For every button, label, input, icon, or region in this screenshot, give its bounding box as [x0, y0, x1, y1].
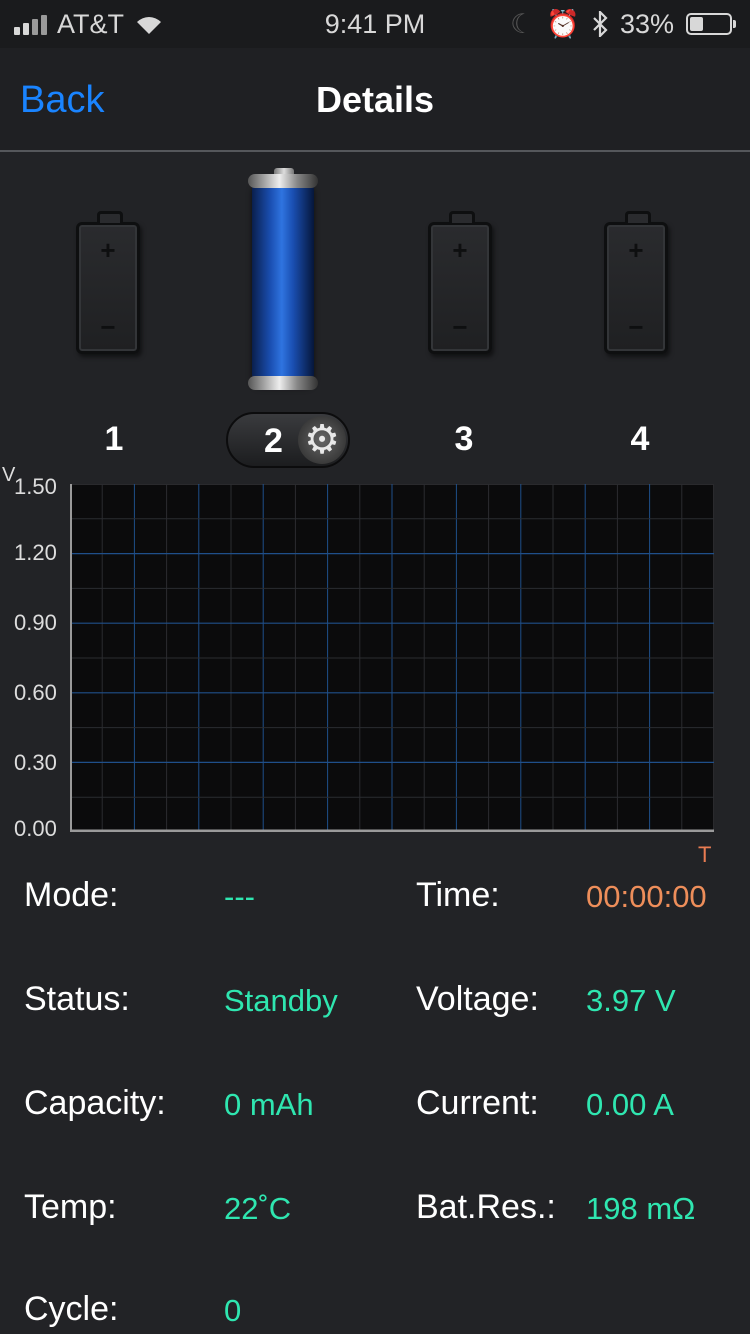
status-value: Standby	[224, 983, 338, 1018]
temp-label: Temp:	[24, 1188, 117, 1226]
current-label: Current:	[416, 1084, 539, 1122]
voltage-value: 3.97 V	[586, 983, 676, 1018]
cell-2-battery-slot[interactable]	[248, 168, 318, 390]
battery-terminal	[449, 211, 475, 223]
mode-label: Mode:	[24, 876, 119, 914]
mode-value: ---	[224, 879, 255, 914]
status-label: Status:	[24, 980, 130, 1018]
y-tick-label: 1.20	[14, 540, 57, 565]
cell-label-4[interactable]: 4	[610, 420, 670, 459]
battery-percent: 33%	[619, 8, 674, 39]
current-value: 0.00 A	[586, 1087, 674, 1122]
cycle-value: 0	[224, 1293, 242, 1328]
cell-label-2: 2	[264, 422, 283, 460]
cell-label-3[interactable]: 3	[434, 420, 494, 459]
minus-icon: −	[628, 312, 644, 342]
battery-cap-bottom	[248, 376, 318, 390]
batres-label: Bat.Res.:	[416, 1188, 556, 1226]
time-label: Time:	[416, 876, 500, 914]
cell-2-settings-toggle[interactable]: 2 ⚙	[226, 412, 350, 468]
y-tick-label: 0.60	[14, 680, 57, 705]
gear-icon[interactable]: ⚙	[298, 416, 346, 464]
nav-bar: Back Details	[0, 48, 750, 152]
minus-icon: −	[452, 312, 468, 342]
moon-icon: ☾	[510, 8, 535, 39]
cell-3-battery-slot[interactable]: + −	[428, 211, 492, 354]
battery-cap-top	[248, 174, 318, 188]
voltage-label: Voltage:	[416, 980, 539, 1018]
plus-icon: +	[100, 235, 116, 265]
capacity-value: 0 mAh	[224, 1087, 314, 1122]
status-right: ☾ ⏰ 33%	[510, 6, 736, 42]
plus-icon: +	[628, 235, 644, 265]
alarm-icon: ⏰	[546, 9, 580, 39]
page-title: Details	[315, 79, 435, 120]
voltage-chart	[70, 484, 714, 832]
cell-1-battery-slot[interactable]: + −	[76, 211, 140, 354]
cell-label-1[interactable]: 1	[84, 420, 144, 459]
temp-value: 22˚C	[224, 1191, 292, 1226]
time-value: 00:00:00	[586, 879, 707, 914]
minus-icon: −	[100, 312, 116, 342]
capacity-label: Capacity:	[24, 1084, 166, 1122]
battery-terminal	[625, 211, 651, 223]
y-tick-label: 0.30	[14, 750, 57, 775]
cycle-label: Cycle:	[24, 1290, 119, 1328]
y-tick-label: 0.00	[14, 816, 57, 841]
x-axis-unit: T	[698, 842, 712, 867]
battery-icon	[686, 13, 736, 35]
y-tick-label: 0.90	[14, 610, 57, 635]
batres-value: 198 mΩ	[586, 1191, 696, 1226]
plus-icon: +	[452, 235, 468, 265]
cell-4-battery-slot[interactable]: + −	[604, 211, 668, 354]
battery-fill	[690, 17, 703, 31]
y-tick-label: 1.50	[14, 474, 57, 499]
status-bar: AT&T 9:41 PM ☾ ⏰ 33%	[0, 0, 750, 48]
bluetooth-icon	[593, 11, 608, 37]
battery-terminal	[97, 211, 123, 223]
